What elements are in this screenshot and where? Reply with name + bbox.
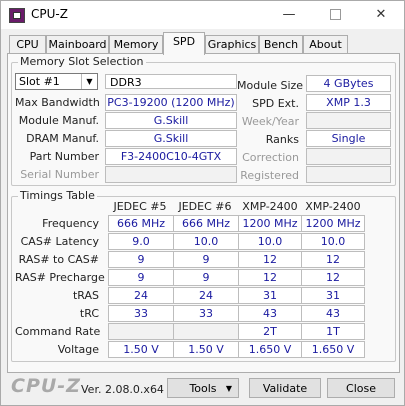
spd-ext-value: XMP 1.3 [306,94,391,111]
spd-ext-label: SPD Ext. [252,97,299,110]
timing-cell: 666 MHz [173,215,239,232]
timing-row-label: tRC [79,307,99,320]
timing-cell: 1200 MHz [238,215,302,232]
timing-cell: 9.0 [108,233,174,250]
week-year-label: Week/Year [241,115,299,128]
timing-cell: 12 [238,269,302,286]
module-size-label: Module Size [237,79,304,92]
correction-value [306,148,391,165]
timings-column-header: XMP-2400 [305,200,361,213]
timing-cell [108,323,174,340]
module-size-value: 4 GBytes [306,75,391,92]
serial-number-label: Serial Number [20,168,99,181]
cpuz-window: CPU-Z — ✕ CPU Mainboard Memory SPD Graph… [0,0,405,406]
timing-cell: 12 [301,269,365,286]
timing-cell: 2T [238,323,302,340]
tools-button[interactable]: Tools ▼ [167,378,239,398]
correction-label: Correction [242,151,299,164]
timing-row-label: Voltage [57,343,99,356]
max-bandwidth-label: Max Bandwidth [15,96,100,109]
window-title: CPU-Z [31,7,68,21]
timing-cell: 1.650 V [301,341,365,358]
chevron-down-icon: ▼ [81,74,97,89]
ranks-label: Ranks [265,133,299,146]
timing-cell: 43 [301,305,365,322]
timing-cell: 33 [108,305,174,322]
timing-cell: 1.650 V [238,341,302,358]
timing-cell [173,323,239,340]
timing-cell: 1.50 V [108,341,174,358]
max-bandwidth-value: PC3-19200 (1200 MHz) [105,94,237,111]
footer-bar: CPU-Z Ver. 2.08.0.x64 Tools ▼ Validate C… [1,371,404,405]
close-window-button[interactable]: ✕ [358,1,404,29]
part-number-label: Part Number [29,150,99,163]
timing-cell: 33 [173,305,239,322]
timing-cell: 31 [238,287,302,304]
timings-column-header: JEDEC #6 [178,200,232,213]
minimize-button[interactable]: — [266,1,312,29]
dram-manuf-value: G.Skill [105,130,237,147]
maximize-button[interactable] [312,1,358,29]
timing-cell: 10.0 [238,233,302,250]
timing-cell: 9 [173,269,239,286]
part-number-value: F3-2400C10-4GTX [105,148,237,165]
timing-cell: 12 [301,251,365,268]
slot-select-value: Slot #1 [19,75,60,88]
timing-cell: 9 [108,269,174,286]
tab-bench[interactable]: Bench [259,35,303,54]
registered-value [306,166,391,183]
validate-button[interactable]: Validate [249,378,321,398]
timing-cell: 10.0 [173,233,239,250]
dram-manuf-label: DRAM Manuf. [26,132,99,145]
close-button[interactable]: Close [327,378,395,398]
timing-cell: 9 [173,251,239,268]
tab-memory[interactable]: Memory [109,35,163,54]
version-label: Ver. 2.08.0.x64 [81,383,164,396]
timing-cell: 31 [301,287,365,304]
cpuz-app-icon [9,8,25,23]
timing-row-label: RAS# to CAS# [18,253,99,266]
timing-row-label: tRAS [72,289,99,302]
timing-row-label: RAS# Precharge [15,271,105,284]
timing-cell: 24 [108,287,174,304]
module-manuf-label: Module Manuf. [18,114,99,127]
timings-column-header: XMP-2400 [242,200,298,213]
timing-cell: 1200 MHz [301,215,365,232]
cpuz-logo: CPU-Z [11,375,81,397]
tab-about[interactable]: About [303,35,348,54]
timing-cell: 24 [173,287,239,304]
timing-cell: 43 [238,305,302,322]
tab-cpu[interactable]: CPU [9,35,46,54]
maximize-icon [329,9,341,20]
timings-group-title: Timings Table [18,189,97,202]
week-year-value [306,112,391,129]
registered-label: Registered [240,169,299,182]
tab-mainboard[interactable]: Mainboard [46,35,109,54]
tools-button-label: Tools [189,382,217,395]
serial-number-value [105,166,237,183]
dropdown-arrow-icon: ▼ [225,384,232,393]
timing-row-label: CAS# Latency [20,235,99,248]
timing-cell: 1.50 V [173,341,239,358]
ranks-value: Single [306,130,391,147]
timing-cell: 12 [238,251,302,268]
timing-row-label: Frequency [42,217,99,230]
memory-slot-group-title: Memory Slot Selection [18,55,146,68]
timing-cell: 9 [108,251,174,268]
slot-select[interactable]: Slot #1 ▼ [15,73,98,90]
timing-cell: 666 MHz [108,215,174,232]
memory-type-field: DDR3 [105,74,237,89]
module-manuf-value: G.Skill [105,112,237,129]
tab-spd[interactable]: SPD [163,32,205,55]
title-bar[interactable]: CPU-Z — ✕ [1,1,404,29]
timing-row-label: Command Rate [15,325,101,338]
tab-graphics[interactable]: Graphics [205,35,259,54]
timings-column-header: JEDEC #5 [113,200,167,213]
timing-cell: 10.0 [301,233,365,250]
timing-cell: 1T [301,323,365,340]
